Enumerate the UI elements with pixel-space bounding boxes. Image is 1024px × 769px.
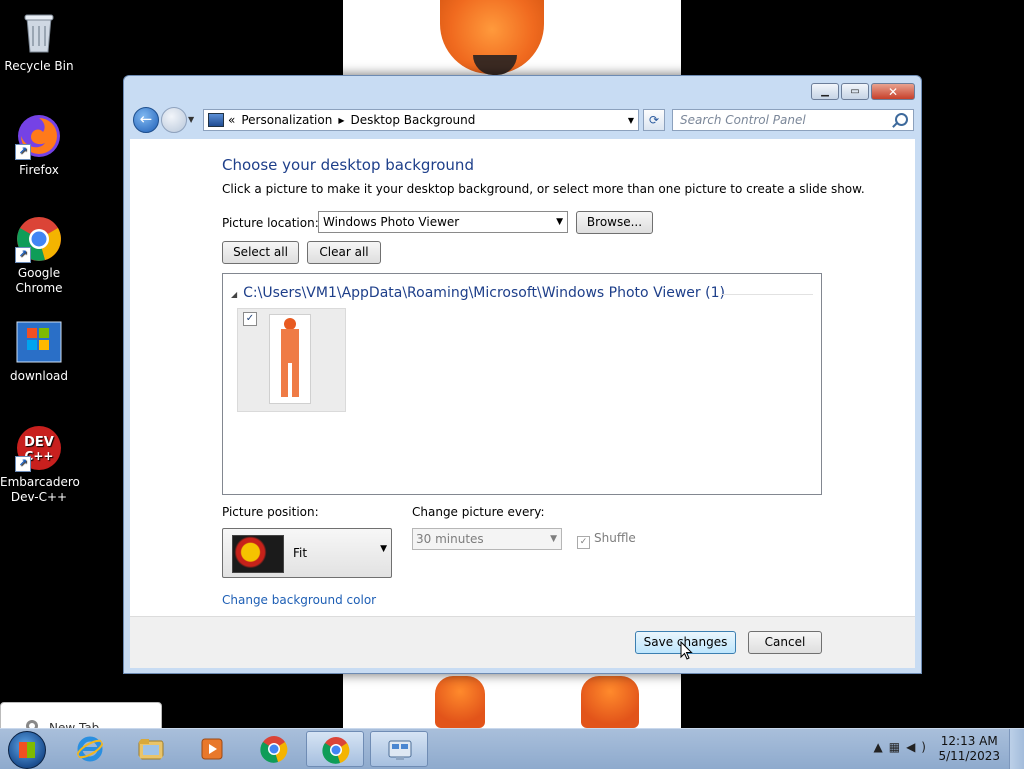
breadcrumb-desktop-background[interactable]: Desktop Background <box>350 113 475 127</box>
picture-location-select[interactable]: Windows Photo Viewer ▼ <box>318 211 568 233</box>
collapse-triangle-icon[interactable]: ◢ <box>231 290 237 299</box>
taskbar-chrome-2[interactable] <box>306 731 364 767</box>
picture-position-value: Fit <box>293 546 308 560</box>
caption-buttons: ▁ ▭ ✕ <box>811 83 915 100</box>
forward-button[interactable] <box>161 107 187 133</box>
desktop-icon-chrome[interactable]: ↗ Google Chrome <box>0 215 78 296</box>
windows7-image-icon <box>15 318 63 366</box>
content-pane: Choose your desktop background Click a p… <box>130 139 915 616</box>
picture-location-value: Windows Photo Viewer <box>323 215 460 229</box>
minimize-button[interactable]: ▁ <box>811 83 839 100</box>
recent-pages-dropdown[interactable]: ▼ <box>188 115 194 124</box>
desktop-icon-download[interactable]: download <box>0 318 78 384</box>
change-picture-label: Change picture every: <box>412 505 545 519</box>
group-divider <box>721 294 813 295</box>
desktop-icon-label: Recycle Bin <box>4 59 74 73</box>
shuffle-checkbox[interactable]: ✓ Shuffle <box>577 531 636 549</box>
page-title: Choose your desktop background <box>222 156 474 174</box>
chrome-icon <box>322 737 350 764</box>
taskbar-control-panel[interactable] <box>370 731 428 767</box>
thumbnail-checkbox[interactable]: ✓ <box>243 312 257 326</box>
dialog-footer: Save changes Cancel <box>130 616 915 668</box>
address-dropdown-icon[interactable]: ▼ <box>628 116 634 125</box>
desktop-icon-label: Google Chrome <box>15 266 63 295</box>
breadcrumb-separator-icon[interactable]: ▶ <box>338 116 344 125</box>
show-desktop-button[interactable] <box>1009 729 1024 769</box>
maximize-button[interactable]: ▭ <box>841 83 869 100</box>
cancel-button[interactable]: Cancel <box>748 631 822 654</box>
clock-time: 12:13 AM <box>940 734 998 748</box>
taskbar: ▲▦◀) 12:13 AM 5/11/2023 <box>0 728 1024 769</box>
page-instructions: Click a picture to make it your desktop … <box>222 182 865 196</box>
taskbar-thumbnail-preview[interactable]: New Tab <box>0 702 162 730</box>
shortcut-arrow-icon: ↗ <box>15 456 31 472</box>
breadcrumb-overflow[interactable]: « <box>228 113 235 127</box>
back-button[interactable]: ← <box>133 107 159 133</box>
position-preview-image <box>232 535 284 573</box>
search-icon[interactable] <box>895 113 908 126</box>
control-panel-icon <box>388 740 412 760</box>
volume-icon[interactable]: ◀) <box>906 740 932 754</box>
shortcut-arrow-icon: ↗ <box>15 144 31 160</box>
file-explorer-icon <box>138 739 164 760</box>
wallpaper-shoe-left <box>435 676 485 728</box>
internet-explorer-icon <box>76 736 104 762</box>
desktop-icon-recycle-bin[interactable]: Recycle Bin <box>0 8 78 74</box>
taskbar-file-explorer[interactable] <box>122 731 180 767</box>
gallery-group-title: C:\Users\VM1\AppData\Roaming\Microsoft\W… <box>243 285 725 301</box>
clear-all-button[interactable]: Clear all <box>307 241 381 264</box>
mouse-cursor-icon <box>680 641 693 660</box>
thumbnail-image <box>269 314 311 404</box>
select-all-button[interactable]: Select all <box>222 241 299 264</box>
shortcut-arrow-icon: ↗ <box>15 247 31 263</box>
browse-button[interactable]: Browse... <box>576 211 653 234</box>
close-button[interactable]: ✕ <box>871 83 915 100</box>
desktop-icon-label: Firefox <box>19 163 59 177</box>
desktop-icon-firefox[interactable]: ↗ Firefox <box>0 112 78 178</box>
svg-text:DEV: DEV <box>24 435 54 450</box>
search-input[interactable]: Search Control Panel <box>672 109 914 131</box>
desktop-background-window: ▁ ▭ ✕ ← ▼ « Personalization ▶ Desktop Ba… <box>123 75 922 674</box>
clock-date: 5/11/2023 <box>938 749 1000 763</box>
refresh-button[interactable]: ⟳ <box>643 109 665 131</box>
system-tray[interactable]: ▲▦◀) <box>874 740 933 754</box>
devcpp-icon: DEV C++ ↗ <box>15 424 63 472</box>
picture-thumbnail[interactable]: ✓ <box>237 308 346 412</box>
chevron-down-icon: ▼ <box>556 217 563 227</box>
taskbar-chrome-1[interactable] <box>245 731 303 767</box>
wallpaper-shoe-right <box>581 676 639 728</box>
chevron-down-icon: ▼ <box>550 534 557 544</box>
chrome-icon: ↗ <box>15 215 63 263</box>
media-player-icon <box>201 738 223 760</box>
picture-location-label: Picture location: <box>222 216 319 230</box>
chevron-down-icon: ▼ <box>380 544 387 554</box>
taskbar-media-player[interactable] <box>183 731 241 767</box>
network-icon[interactable]: ▦ <box>889 740 906 754</box>
control-panel-icon <box>208 113 224 127</box>
change-picture-interval-select[interactable]: 30 minutes ▼ <box>412 528 562 550</box>
change-background-color-link[interactable]: Change background color <box>222 593 376 607</box>
taskbar-internet-explorer[interactable] <box>61 731 119 767</box>
change-picture-value: 30 minutes <box>416 532 484 546</box>
desktop-icon-label: download <box>9 369 69 383</box>
search-placeholder: Search Control Panel <box>680 113 806 127</box>
picture-position-select[interactable]: Fit ▼ <box>222 528 392 578</box>
desktop-icon-label: Embarcadero Dev-C++ <box>0 475 80 504</box>
recycle-bin-icon <box>15 8 63 56</box>
gallery-group-header[interactable]: ◢ C:\Users\VM1\AppData\Roaming\Microsoft\… <box>231 285 725 301</box>
taskbar-clock[interactable]: 12:13 AM 5/11/2023 <box>938 734 1000 764</box>
firefox-icon: ↗ <box>15 112 63 160</box>
checkbox-check-icon: ✓ <box>577 536 590 549</box>
chrome-icon <box>260 736 288 763</box>
picture-position-label: Picture position: <box>222 505 319 519</box>
address-bar[interactable]: « Personalization ▶ Desktop Background ▼ <box>203 109 639 131</box>
desktop-icon-devcpp[interactable]: DEV C++ ↗ Embarcadero Dev-C++ <box>0 424 80 505</box>
shuffle-label: Shuffle <box>594 531 636 545</box>
start-button[interactable] <box>8 731 46 769</box>
navigation-bar: ← ▼ « Personalization ▶ Desktop Backgrou… <box>130 106 915 134</box>
show-hidden-icons-icon[interactable]: ▲ <box>874 740 889 754</box>
picture-gallery[interactable]: ◢ C:\Users\VM1\AppData\Roaming\Microsoft\… <box>222 273 822 495</box>
breadcrumb-personalization[interactable]: Personalization <box>241 113 332 127</box>
